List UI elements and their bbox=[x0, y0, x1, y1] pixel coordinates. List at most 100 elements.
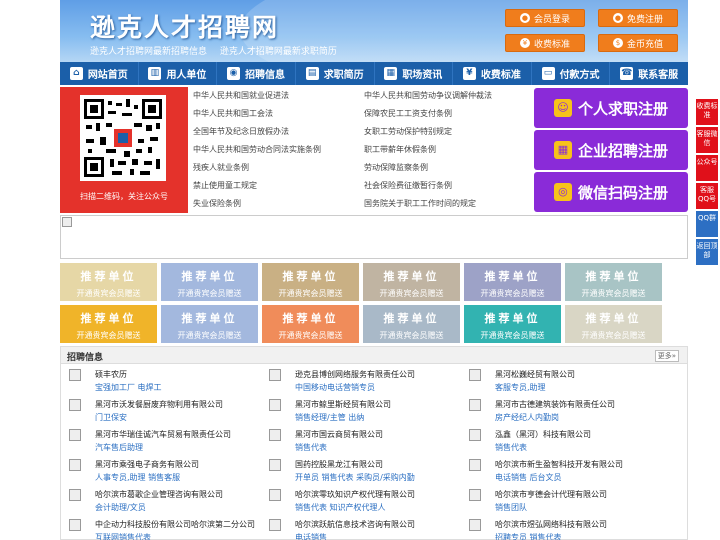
law-link[interactable]: 女职工劳动保护特别规定 bbox=[364, 126, 452, 137]
company-name-link[interactable]: 黑河市沃发餐厨废弃物利用有限公司 bbox=[95, 399, 223, 410]
company-logo-icon[interactable] bbox=[269, 399, 281, 411]
free-register-button[interactable]: ● 免费注册 bbox=[598, 9, 678, 27]
company-name-link[interactable]: 国药控股黑龙江有限公司 bbox=[295, 459, 383, 470]
nav-resumes[interactable]: ▤ 求职简历 bbox=[296, 62, 375, 85]
job-positions-link[interactable]: 销售代表 知识产权代理人 bbox=[295, 502, 386, 513]
recommended-employer-tile[interactable]: 推荐单位 开通贵宾会员赠送 bbox=[161, 263, 258, 301]
law-link[interactable]: 全国年节及纪念日放假办法 bbox=[193, 126, 289, 137]
company-name-link[interactable]: 中企动力科技股份有限公司哈尔滨第二分公司 bbox=[95, 519, 255, 530]
company-logo-icon[interactable] bbox=[269, 429, 281, 441]
recommended-employer-tile[interactable]: 推荐单位 开通贵宾会员赠送 bbox=[464, 305, 561, 343]
latest-jobs-link[interactable]: 逊克人才招聘网最新招聘信息 bbox=[90, 47, 207, 57]
nav-support[interactable]: ☎ 联系客服 bbox=[610, 62, 688, 85]
latest-resumes-link[interactable]: 逊克人才招聘网最新求职简历 bbox=[220, 47, 337, 57]
job-positions-link[interactable]: 汽车售后助理 bbox=[95, 442, 143, 453]
nav-employers[interactable]: ▥ 用人单位 bbox=[139, 62, 218, 85]
nav-home[interactable]: ⌂ 网站首页 bbox=[60, 62, 139, 85]
coin-recharge-button[interactable]: $ 金币充值 bbox=[598, 34, 678, 52]
company-logo-icon[interactable] bbox=[69, 459, 81, 471]
job-positions-link[interactable]: 销售代表 bbox=[295, 442, 327, 453]
company-logo-icon[interactable] bbox=[269, 519, 281, 531]
company-logo-icon[interactable] bbox=[269, 489, 281, 501]
side-back-to-top[interactable]: 返回顶部 bbox=[696, 239, 718, 265]
job-positions-link[interactable]: 客服专员,助理 bbox=[495, 382, 546, 393]
company-logo-icon[interactable] bbox=[469, 519, 481, 531]
recommended-employer-tile[interactable]: 推荐单位 开通贵宾会员赠送 bbox=[262, 263, 359, 301]
law-link[interactable]: 劳动保障监察条例 bbox=[364, 162, 428, 173]
job-positions-link[interactable]: 门卫保安 bbox=[95, 412, 127, 423]
recommended-employer-tile[interactable]: 推荐单位 开通贵宾会员赠送 bbox=[60, 305, 157, 343]
recommended-employer-tile[interactable]: 推荐单位 开通贵宾会员赠送 bbox=[363, 263, 460, 301]
company-name-link[interactable]: 黑河市华瑞佳诚汽车贸易有限责任公司 bbox=[95, 429, 231, 440]
nav-news[interactable]: ▦ 职场资讯 bbox=[375, 62, 454, 85]
law-link[interactable]: 中华人民共和国就业促进法 bbox=[193, 90, 289, 101]
law-link[interactable]: 国务院关于职工工作时间的规定 bbox=[364, 198, 476, 209]
company-logo-icon[interactable] bbox=[469, 369, 481, 381]
recommended-employer-tile[interactable]: 推荐单位 开通贵宾会员赠送 bbox=[464, 263, 561, 301]
job-positions-link[interactable]: 电话销售 后台文员 bbox=[495, 472, 562, 483]
company-name-link[interactable]: 哈尔滨市煜弘网络科技有限公司 bbox=[495, 519, 607, 530]
company-name-link[interactable]: 黑河市国云商贸有限公司 bbox=[295, 429, 383, 440]
company-name-link[interactable]: 黑河市古德建筑装饰有限责任公司 bbox=[495, 399, 615, 410]
side-qq-group[interactable]: QQ群 bbox=[696, 211, 718, 237]
company-logo-icon[interactable] bbox=[469, 489, 481, 501]
more-jobs-link[interactable]: 更多» bbox=[654, 350, 679, 362]
company-name-link[interactable]: 哈尔滨市葛歌企业管理咨询有限公司 bbox=[95, 489, 223, 500]
job-positions-link[interactable]: 互联网销售代表 bbox=[95, 532, 151, 540]
job-positions-link[interactable]: 电话销售 bbox=[295, 532, 327, 540]
law-link[interactable]: 社会保险费征缴暂行条例 bbox=[364, 180, 452, 191]
law-link[interactable]: 职工带薪年休假条例 bbox=[364, 144, 436, 155]
job-positions-link[interactable]: 开单员 销售代表 采购员/采购内勤 bbox=[295, 472, 415, 483]
job-positions-link[interactable]: 房产经纪人内勤岗 bbox=[495, 412, 559, 423]
company-name-link[interactable]: 黑河市乘强电子商务有限公司 bbox=[95, 459, 199, 470]
job-positions-link[interactable]: 销售代表 bbox=[495, 442, 527, 453]
nav-pricing[interactable]: ¥ 收费标准 bbox=[453, 62, 532, 85]
law-link[interactable]: 失业保险条例 bbox=[193, 198, 241, 209]
law-link[interactable]: 中华人民共和国劳动争议调解仲裁法 bbox=[364, 90, 492, 101]
recommended-employer-tile[interactable]: 推荐单位 开通贵宾会员赠送 bbox=[363, 305, 460, 343]
company-name-link[interactable]: 哈尔滨零玖知识产权代理有限公司 bbox=[295, 489, 415, 500]
job-positions-link[interactable]: 宝强加工厂 电焊工 bbox=[95, 382, 162, 393]
company-logo-icon[interactable] bbox=[69, 489, 81, 501]
side-service-wechat[interactable]: 客服微信 bbox=[696, 127, 718, 153]
law-link[interactable]: 中华人民共和国工会法 bbox=[193, 108, 273, 119]
law-link[interactable]: 中华人民共和国劳动合同法实施条例 bbox=[193, 144, 321, 155]
company-logo-icon[interactable] bbox=[469, 429, 481, 441]
company-name-link[interactable]: 黑河市鲸里斯经贸有限公司 bbox=[295, 399, 391, 410]
company-name-link[interactable]: 哈尔滨市新生盈智科技开发有限公司 bbox=[495, 459, 623, 470]
site-title[interactable]: 逊克人才招聘网 bbox=[90, 8, 279, 44]
job-positions-link[interactable]: 销售经理/主管 出纳 bbox=[295, 412, 364, 423]
job-positions-link[interactable]: 销售团队 bbox=[495, 502, 527, 513]
company-logo-icon[interactable] bbox=[69, 519, 81, 531]
company-name-link[interactable]: 哈尔滨跃航信息技术咨询有限公司 bbox=[295, 519, 415, 530]
nav-payment[interactable]: ▭ 付款方式 bbox=[532, 62, 611, 85]
recommended-employer-tile[interactable]: 推荐单位 开通贵宾会员赠送 bbox=[60, 263, 157, 301]
recommended-employer-tile[interactable]: 推荐单位 开通贵宾会员赠送 bbox=[565, 305, 662, 343]
nav-jobs[interactable]: ◉ 招聘信息 bbox=[217, 62, 296, 85]
job-positions-link[interactable]: 会计助理/文员 bbox=[95, 502, 146, 513]
recommended-employer-tile[interactable]: 推荐单位 开通贵宾会员赠送 bbox=[565, 263, 662, 301]
company-name-link[interactable]: 泓鑫（黑河）科技有限公司 bbox=[495, 429, 591, 440]
law-link[interactable]: 禁止使用童工规定 bbox=[193, 180, 257, 191]
side-service-qq[interactable]: 客服QQ号 bbox=[696, 183, 718, 209]
company-name-link[interactable]: 黑河松巍经贸有限公司 bbox=[495, 369, 575, 380]
personal-register-button[interactable]: ☺ 个人求职注册 bbox=[534, 88, 688, 128]
company-logo-icon[interactable] bbox=[269, 459, 281, 471]
side-official-account[interactable]: 公众号 bbox=[696, 155, 718, 181]
company-logo-icon[interactable] bbox=[469, 459, 481, 471]
recommended-employer-tile[interactable]: 推荐单位 开通贵宾会员赠送 bbox=[262, 305, 359, 343]
job-positions-link[interactable]: 人事专员,助理 销售客服 bbox=[95, 472, 180, 483]
job-positions-link[interactable]: 中国移动电话营销专员 bbox=[295, 382, 375, 393]
wechat-register-button[interactable]: ◎ 微信扫码注册 bbox=[534, 172, 688, 212]
company-logo-icon[interactable] bbox=[469, 399, 481, 411]
company-logo-icon[interactable] bbox=[269, 369, 281, 381]
company-name-link[interactable]: 逊克县博创网络服务有限责任公司 bbox=[295, 369, 415, 380]
company-name-link[interactable]: 硕丰农历 bbox=[95, 369, 127, 380]
law-link[interactable]: 保障农民工工资支付条例 bbox=[364, 108, 452, 119]
company-logo-icon[interactable] bbox=[69, 369, 81, 381]
recommended-employer-tile[interactable]: 推荐单位 开通贵宾会员赠送 bbox=[161, 305, 258, 343]
banner-placeholder[interactable] bbox=[60, 215, 688, 259]
company-name-link[interactable]: 哈尔滨市亨德会计代理有限公司 bbox=[495, 489, 607, 500]
company-logo-icon[interactable] bbox=[69, 429, 81, 441]
company-logo-icon[interactable] bbox=[69, 399, 81, 411]
